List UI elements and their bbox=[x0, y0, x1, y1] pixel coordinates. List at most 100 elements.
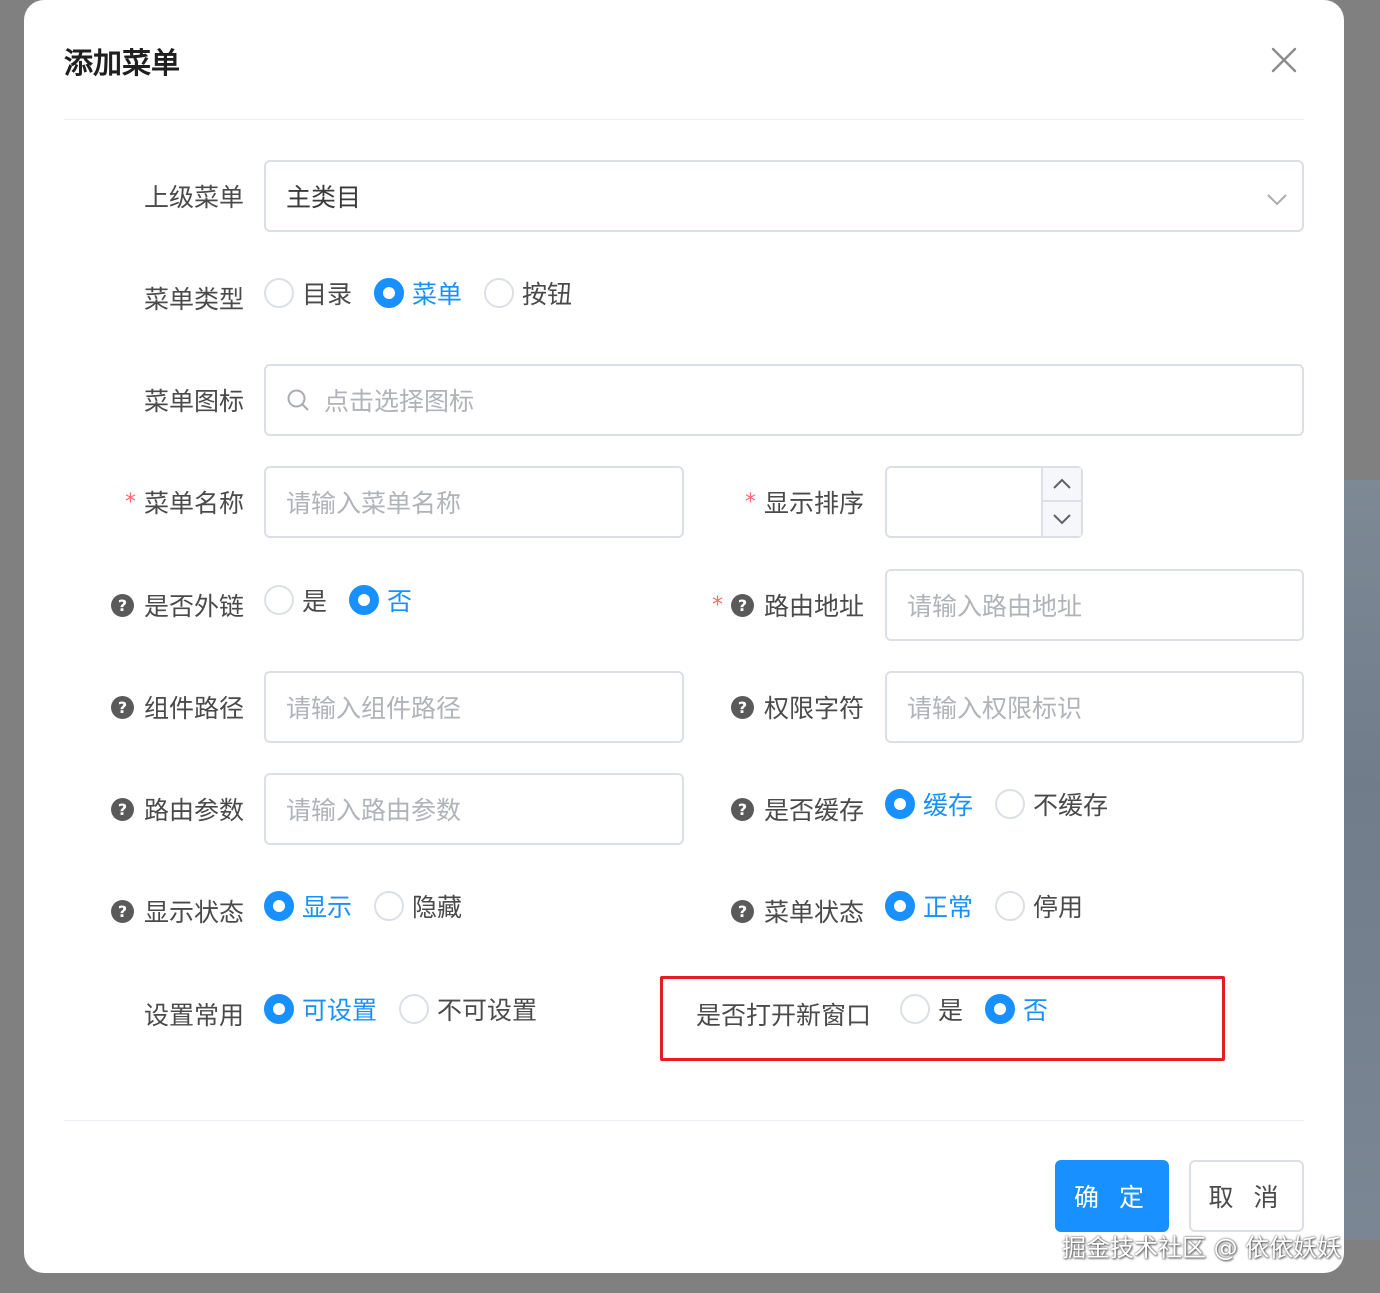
menu-icon-label: 菜单图标 bbox=[84, 364, 244, 436]
chevron-down-icon bbox=[1266, 186, 1288, 215]
decrease-button[interactable] bbox=[1043, 502, 1081, 536]
is-external-radio-group: 是 否 bbox=[264, 564, 434, 636]
cancel-button[interactable]: 取 消 bbox=[1189, 1160, 1304, 1232]
radio-button[interactable]: 按钮 bbox=[484, 275, 572, 311]
sort-order-label: * 显示排序 bbox=[704, 466, 864, 538]
confirm-button[interactable]: 确 定 bbox=[1055, 1160, 1169, 1232]
is-cache-label: ? 是否缓存 bbox=[704, 773, 864, 845]
radio-label: 缓存 bbox=[923, 791, 974, 820]
parent-menu-label-text: 上级菜单 bbox=[143, 183, 244, 212]
add-menu-dialog: 添加菜单 上级菜单 主类目 菜单类型 目录 菜单 按钮 菜单图标 点击选择图标 … bbox=[24, 0, 1344, 1273]
background-strip bbox=[1344, 480, 1380, 1240]
is-external-label-text: 是否外链 bbox=[143, 592, 244, 621]
common-label-text: 设置常用 bbox=[143, 1001, 244, 1030]
radio-no-cache[interactable]: 不缓存 bbox=[995, 786, 1108, 822]
component-path-label: ? 组件路径 bbox=[84, 671, 244, 743]
visible-radio-group: 显示 隐藏 bbox=[264, 870, 484, 942]
menu-type-radio-group: 目录 菜单 按钮 bbox=[264, 257, 594, 329]
radio-label: 隐藏 bbox=[412, 893, 463, 922]
close-icon[interactable] bbox=[1268, 44, 1300, 76]
dialog-title: 添加菜单 bbox=[64, 46, 181, 80]
radio-dot bbox=[995, 789, 1026, 819]
new-window-label: 是否打开新窗口 bbox=[696, 978, 882, 1050]
menu-type-label: 菜单类型 bbox=[84, 262, 244, 334]
radio-cache[interactable]: 缓存 bbox=[885, 786, 973, 822]
radio-dot bbox=[264, 278, 294, 308]
radio-dot bbox=[349, 585, 380, 615]
footer-divider bbox=[64, 1120, 1304, 1121]
menu-type-label-text: 菜单类型 bbox=[143, 285, 244, 314]
radio-new-window-no[interactable]: 否 bbox=[985, 991, 1048, 1027]
permission-input[interactable]: 请输入权限标识 bbox=[885, 671, 1304, 743]
radio-dot bbox=[374, 891, 405, 921]
increase-button[interactable] bbox=[1043, 468, 1081, 502]
route-path-input[interactable]: 请输入路由地址 bbox=[885, 569, 1304, 641]
radio-external-no[interactable]: 否 bbox=[349, 582, 412, 618]
radio-dot bbox=[484, 278, 515, 308]
dialog-header: 添加菜单 bbox=[64, 0, 1304, 120]
radio-hide[interactable]: 隐藏 bbox=[374, 888, 462, 924]
radio-dot bbox=[399, 994, 430, 1024]
help-icon[interactable]: ? bbox=[110, 695, 134, 719]
radio-dot bbox=[885, 891, 915, 921]
radio-dot bbox=[985, 994, 1016, 1024]
visible-label: ? 显示状态 bbox=[84, 875, 244, 947]
parent-menu-select[interactable]: 主类目 bbox=[264, 160, 1304, 232]
help-icon[interactable]: ? bbox=[730, 797, 754, 821]
radio-dot bbox=[374, 278, 405, 308]
visible-label-text: 显示状态 bbox=[143, 898, 244, 927]
help-icon[interactable]: ? bbox=[730, 593, 754, 617]
status-radio-group: 正常 停用 bbox=[885, 870, 1105, 942]
menu-name-placeholder: 请输入菜单名称 bbox=[286, 489, 462, 518]
sort-order-label-text: 显示排序 bbox=[763, 489, 864, 518]
radio-show[interactable]: 显示 bbox=[264, 888, 352, 924]
watermark: 掘金技术社区 @ 依依妖妖 bbox=[1062, 1234, 1342, 1262]
radio-label: 否 bbox=[1023, 996, 1049, 1025]
radio-dot bbox=[264, 891, 294, 921]
radio-label: 显示 bbox=[302, 893, 353, 922]
radio-new-window-yes[interactable]: 是 bbox=[900, 991, 963, 1027]
chevron-up-icon bbox=[1053, 478, 1071, 489]
permission-placeholder: 请输入权限标识 bbox=[907, 694, 1083, 723]
required-mark: * bbox=[711, 592, 723, 618]
radio-settable[interactable]: 可设置 bbox=[264, 991, 377, 1027]
help-icon[interactable]: ? bbox=[730, 899, 754, 923]
route-path-label: *? 路由地址 bbox=[664, 569, 864, 641]
route-params-placeholder: 请输入路由参数 bbox=[286, 796, 462, 825]
radio-label: 目录 bbox=[302, 280, 353, 309]
radio-label: 按钮 bbox=[522, 280, 573, 309]
is-external-label: ? 是否外链 bbox=[84, 569, 244, 641]
common-label: 设置常用 bbox=[84, 978, 244, 1050]
parent-menu-value: 主类目 bbox=[286, 183, 362, 212]
help-icon[interactable]: ? bbox=[110, 899, 134, 923]
chevron-down-icon bbox=[1053, 514, 1071, 525]
route-params-input[interactable]: 请输入路由参数 bbox=[264, 773, 684, 845]
radio-normal[interactable]: 正常 bbox=[885, 888, 973, 924]
permission-label: ? 权限字符 bbox=[704, 671, 864, 743]
is-cache-radio-group: 缓存 不缓存 bbox=[885, 768, 1130, 840]
component-path-input[interactable]: 请输入组件路径 bbox=[264, 671, 684, 743]
radio-dot bbox=[885, 789, 915, 819]
route-params-label-text: 路由参数 bbox=[143, 796, 244, 825]
menu-icon-input[interactable]: 点击选择图标 bbox=[264, 364, 1304, 436]
route-path-label-text: 路由地址 bbox=[763, 592, 864, 621]
help-icon[interactable]: ? bbox=[730, 695, 754, 719]
radio-directory[interactable]: 目录 bbox=[264, 275, 352, 311]
component-path-placeholder: 请输入组件路径 bbox=[286, 694, 462, 723]
radio-disabled[interactable]: 停用 bbox=[995, 888, 1083, 924]
sort-order-input[interactable] bbox=[885, 466, 1083, 538]
new-window-radio-group: 是 否 bbox=[900, 973, 1070, 1045]
is-cache-label-text: 是否缓存 bbox=[763, 796, 864, 825]
help-icon[interactable]: ? bbox=[110, 593, 134, 617]
permission-label-text: 权限字符 bbox=[763, 694, 864, 723]
radio-external-yes[interactable]: 是 bbox=[264, 582, 327, 618]
menu-name-input[interactable]: 请输入菜单名称 bbox=[264, 466, 684, 538]
radio-label: 不缓存 bbox=[1033, 791, 1109, 820]
search-icon bbox=[286, 388, 310, 412]
radio-not-settable[interactable]: 不可设置 bbox=[399, 991, 537, 1027]
radio-menu[interactable]: 菜单 bbox=[374, 275, 462, 311]
help-icon[interactable]: ? bbox=[110, 797, 134, 821]
status-label-text: 菜单状态 bbox=[763, 898, 864, 927]
required-mark: * bbox=[124, 489, 136, 515]
required-mark: * bbox=[744, 489, 756, 515]
